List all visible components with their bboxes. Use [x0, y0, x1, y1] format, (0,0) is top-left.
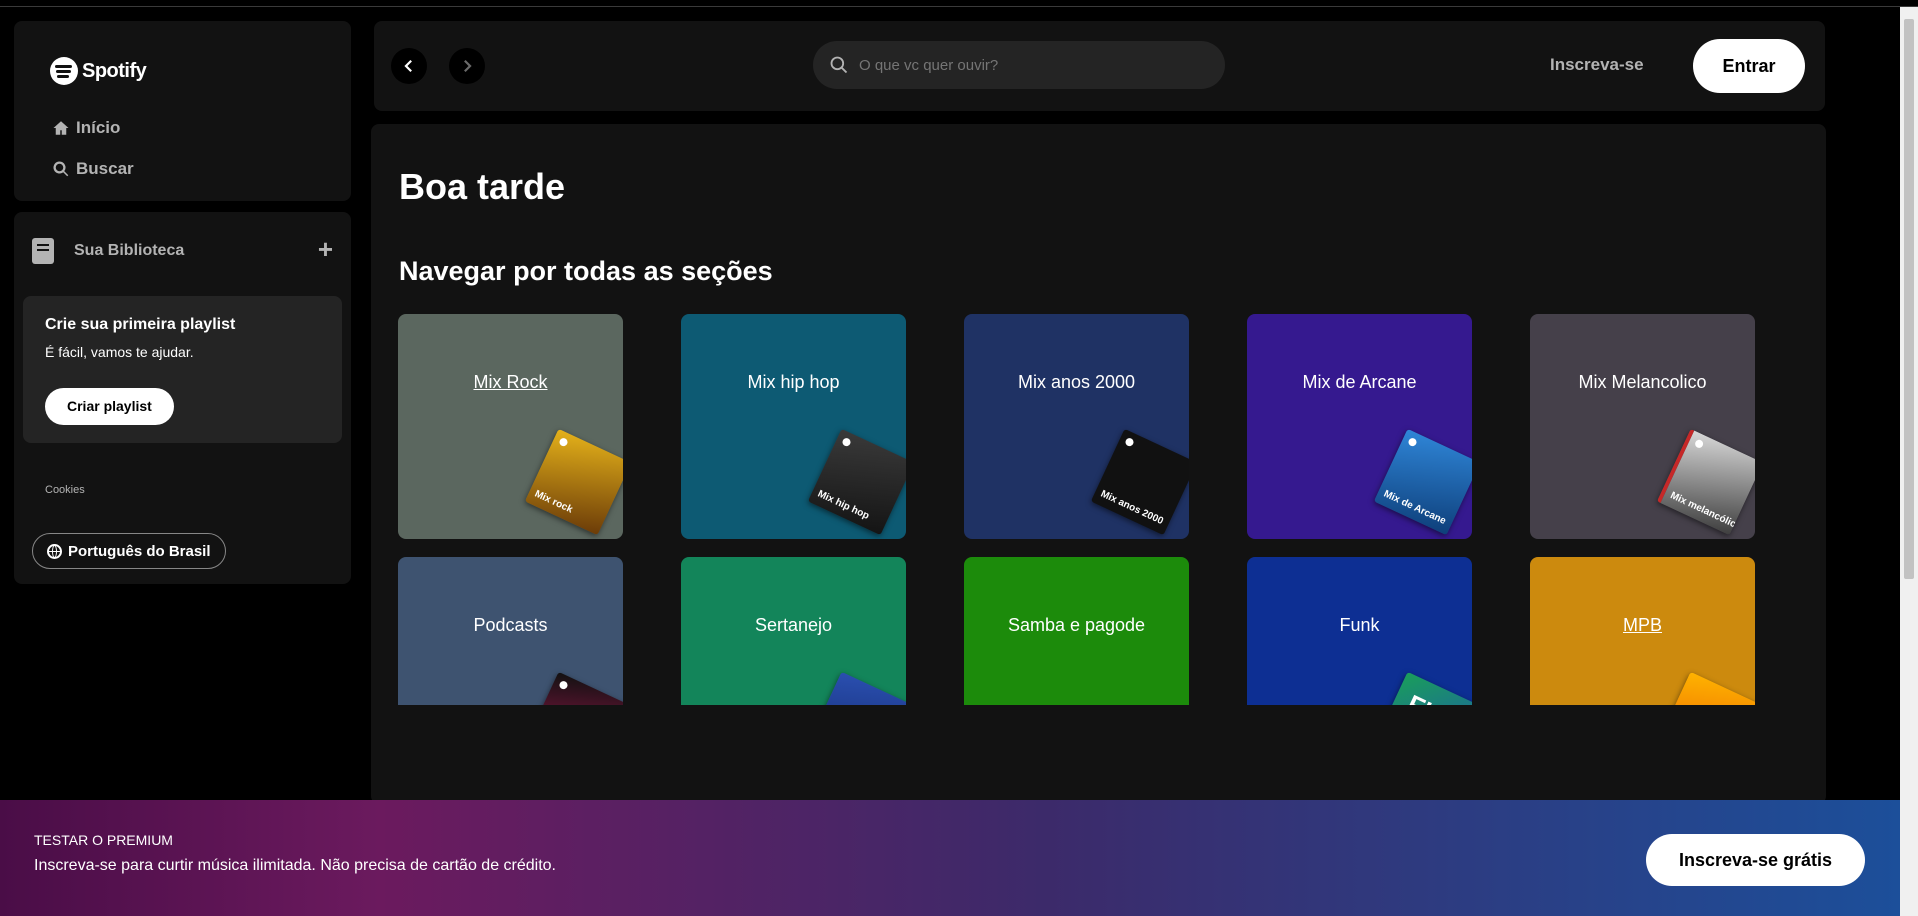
forward-button[interactable]	[449, 48, 485, 84]
search-icon	[53, 161, 69, 177]
spotify-badge-icon	[558, 679, 569, 691]
free-signup-button[interactable]: Inscreva-se grátis	[1646, 834, 1865, 886]
spotify-badge-icon	[1407, 436, 1418, 448]
card-label: Mix Melancolico	[1578, 372, 1707, 392]
card-cover-image: Mix hip hop	[807, 428, 906, 536]
browser-top-edge	[0, 0, 1918, 7]
card-label: Mix hip hop	[747, 372, 840, 392]
language-button[interactable]: Português do Brasil	[32, 533, 226, 569]
create-playlist-subtitle: É fácil, vamos te ajudar.	[45, 344, 194, 360]
premium-banner: TESTAR O PREMIUM Inscreva-se para curtir…	[0, 800, 1900, 916]
category-card-mix-anos-2000[interactable]: Mix anos 2000 Mix anos 2000	[964, 314, 1189, 539]
card-label: Funk	[1339, 615, 1380, 635]
search-input[interactable]	[859, 56, 1225, 74]
spotify-logo-icon	[50, 57, 78, 85]
add-icon[interactable]: +	[318, 236, 333, 262]
card-cover-image: Mix de Arcane	[1373, 428, 1472, 536]
chevron-left-icon	[404, 59, 412, 73]
cover-text: Mix de Arcane	[1381, 488, 1448, 527]
section-title: Navegar por todas as seções	[399, 256, 773, 286]
language-label: Português do Brasil	[68, 542, 211, 560]
library-title: Sua Biblioteca	[74, 242, 185, 259]
logo-text: Spotify	[82, 59, 147, 82]
cover-text: Mix rock	[532, 488, 575, 516]
library-header[interactable]: Sua Biblioteca	[32, 238, 184, 264]
home-icon	[53, 121, 69, 135]
chevron-right-icon	[464, 59, 472, 73]
card-cover-image	[807, 671, 906, 705]
banner-title: TESTAR O PREMIUM	[34, 832, 173, 848]
scrollbar-thumb[interactable]	[1904, 19, 1914, 579]
cookies-link[interactable]: Cookies	[45, 484, 85, 496]
card-cover-image: FUN	[1373, 671, 1472, 705]
card-label: Mix Rock	[473, 372, 548, 392]
card-cover-image: Mix rock	[524, 428, 623, 536]
top-bar: Inscreva-se Entrar	[374, 21, 1825, 111]
search-icon	[830, 56, 848, 74]
spotify-badge-icon	[841, 436, 852, 448]
create-playlist-card: Crie sua primeira playlist É fácil, vamo…	[23, 296, 342, 443]
page-scrollbar[interactable]	[1900, 7, 1918, 916]
sidebar-item-home[interactable]: Início	[52, 118, 120, 138]
cover-text: Mix melancólico	[1668, 490, 1744, 533]
main-scroll-area: Boa tarde Navegar por todas as seções Mi…	[371, 124, 1826, 705]
card-label: MPB	[1622, 615, 1662, 635]
spotify-badge-icon	[558, 436, 569, 448]
login-button[interactable]: Entrar	[1693, 39, 1805, 93]
card-cover-image: Mix melancólico	[1656, 428, 1755, 536]
search-bar[interactable]	[813, 41, 1225, 89]
greeting-heading: Boa tarde	[399, 166, 566, 207]
category-card-mix-rock[interactable]: Mix Rock Mix rock	[398, 314, 623, 539]
category-card-mpb[interactable]: MPB	[1530, 557, 1755, 705]
signup-button[interactable]: Inscreva-se	[1550, 55, 1644, 75]
category-card-mix-hip-hop[interactable]: Mix hip hop Mix hip hop	[681, 314, 906, 539]
card-label: Mix de Arcane	[1302, 372, 1417, 392]
card-label: Sertanejo	[754, 615, 833, 635]
main-content: Boa tarde Navegar por todas as seções Mi…	[371, 124, 1826, 804]
category-card-funk[interactable]: Funk FUN	[1247, 557, 1472, 705]
card-cover-image	[1656, 671, 1755, 705]
cover-text: FUN	[1402, 689, 1464, 705]
cover-text: Mix anos 2000	[1098, 488, 1165, 528]
sidebar-nav: Spotify Início Buscar	[14, 21, 351, 201]
category-card-samba-e-pagode[interactable]: Samba e pagode	[964, 557, 1189, 705]
card-label: Samba e pagode	[1007, 615, 1146, 635]
category-card-sertanejo[interactable]: Sertanejo	[681, 557, 906, 705]
spotify-badge-icon	[1693, 438, 1705, 450]
card-label: Mix anos 2000	[1017, 372, 1136, 392]
back-button[interactable]	[391, 48, 427, 84]
category-card-mix-melancolico[interactable]: Mix Melancolico Mix melancólico	[1530, 314, 1755, 539]
sidebar-item-search[interactable]: Buscar	[52, 159, 134, 179]
card-cover-image	[524, 671, 623, 705]
library-icon	[32, 238, 54, 264]
create-playlist-title: Crie sua primeira playlist	[45, 316, 236, 333]
create-playlist-button[interactable]: Criar playlist	[45, 388, 174, 425]
card-cover-image: Mix anos 2000	[1090, 428, 1189, 536]
cover-text: Mix hip hop	[815, 488, 871, 522]
globe-icon	[47, 543, 62, 559]
sidebar-library: Sua Biblioteca + Crie sua primeira playl…	[14, 212, 351, 584]
spotify-badge-icon	[1124, 436, 1135, 448]
banner-subtitle: Inscreva-se para curtir música ilimitada…	[34, 857, 556, 874]
card-label: Podcasts	[473, 615, 548, 635]
category-card-mix-de-arcane[interactable]: Mix de Arcane Mix de Arcane	[1247, 314, 1472, 539]
sidebar-item-label: Início	[76, 118, 121, 137]
category-card-podcasts[interactable]: Podcasts	[398, 557, 623, 705]
spotify-logo[interactable]: Spotify	[50, 57, 147, 85]
sidebar-item-label: Buscar	[76, 159, 134, 178]
